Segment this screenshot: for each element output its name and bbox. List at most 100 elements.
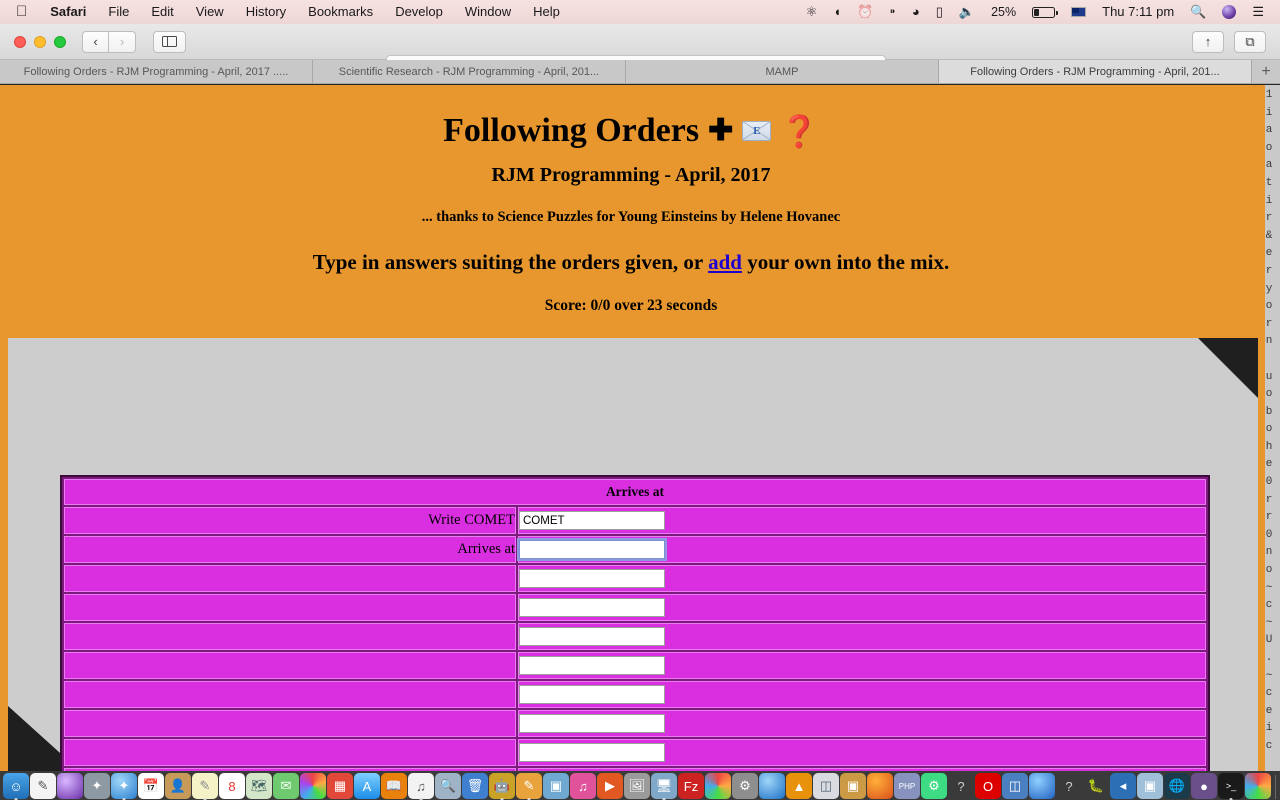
notes-icon[interactable]: ✎ xyxy=(192,773,218,799)
globe-icon[interactable]: 🌐 xyxy=(1164,773,1190,799)
apple-icon[interactable]:  xyxy=(0,0,39,24)
menu-item-safari[interactable]: Safari xyxy=(39,0,97,24)
menu-item-help[interactable]: Help xyxy=(522,0,571,24)
menu-item-bookmarks[interactable]: Bookmarks xyxy=(297,0,384,24)
tab-following-orders-1[interactable]: Following Orders - RJM Programming - Apr… xyxy=(0,60,313,83)
back-button[interactable]: ‹ xyxy=(82,30,109,53)
image-icon[interactable]: ▣ xyxy=(543,773,569,799)
new-tab-button[interactable]: + xyxy=(1252,60,1280,83)
imageeditor-icon[interactable]: 🖼 xyxy=(624,773,650,799)
vlc-red-icon[interactable]: ▶ xyxy=(597,773,623,799)
image2-icon[interactable]: ▣ xyxy=(1137,773,1163,799)
page-title-text: Following Orders xyxy=(443,112,700,149)
calendar-icon[interactable]: 📅 xyxy=(138,773,164,799)
vscode-icon[interactable]: ◂ xyxy=(1110,773,1136,799)
plus-icon[interactable]: ✚ xyxy=(708,116,733,146)
maps-icon[interactable]: 🗺 xyxy=(246,773,272,799)
automator-icon[interactable]: 🤖 xyxy=(489,773,515,799)
opera-icon[interactable]: O xyxy=(975,773,1001,799)
screen-mirror-icon[interactable]: ▯ xyxy=(928,0,951,24)
answer-input[interactable] xyxy=(519,569,665,589)
sketch-icon[interactable]: ✎ xyxy=(516,773,542,799)
battery-icon[interactable] xyxy=(1024,6,1063,18)
minimize-window-button[interactable] xyxy=(34,35,46,48)
textedit-icon[interactable]: ✎ xyxy=(30,773,56,799)
android-studio-icon[interactable]: ⚙ xyxy=(921,773,947,799)
menu-item-develop[interactable]: Develop xyxy=(384,0,454,24)
menu-item-window[interactable]: Window xyxy=(454,0,522,24)
close-window-button[interactable] xyxy=(14,35,26,48)
box-icon[interactable]: ◫ xyxy=(1002,773,1028,799)
safari-icon[interactable]: ✦ xyxy=(111,773,137,799)
chrome-icon[interactable] xyxy=(705,773,731,799)
reminders-icon[interactable]: 8 xyxy=(219,773,245,799)
show-tabs-button[interactable]: ⧉ xyxy=(1234,30,1266,53)
menu-item-edit[interactable]: Edit xyxy=(140,0,184,24)
appstore-icon[interactable]: A xyxy=(354,773,380,799)
answer-input[interactable] xyxy=(519,511,665,531)
forward-button[interactable]: › xyxy=(109,30,136,53)
wifi-icon[interactable]: ◕ xyxy=(904,0,928,24)
email-icon[interactable]: E xyxy=(742,121,772,141)
volume-icon[interactable]: 🔈 xyxy=(951,0,983,24)
question-icon[interactable]: ? xyxy=(948,773,974,799)
answer-input[interactable] xyxy=(519,714,665,734)
flag-icon[interactable] xyxy=(1063,7,1094,17)
airdrop-icon[interactable]: ◖ xyxy=(825,0,849,24)
sidebar-icon[interactable] xyxy=(153,30,186,53)
php-icon[interactable]: PHP xyxy=(894,773,920,799)
menu-item-view[interactable]: View xyxy=(185,0,235,24)
menu-item-history[interactable]: History xyxy=(235,0,297,24)
answer-input[interactable] xyxy=(519,627,665,647)
right-overflow-column[interactable]: 1 i a o a t i r & e r y o r n u o b o h … xyxy=(1258,85,1280,771)
add-link[interactable]: add xyxy=(708,250,742,274)
terminal-icon[interactable]: >_ xyxy=(1218,773,1244,799)
photos-icon[interactable] xyxy=(300,773,326,799)
music-icon[interactable]: ♫ xyxy=(570,773,596,799)
display-icon[interactable]: 🖥 xyxy=(651,773,677,799)
finder-icon[interactable]: ☺ xyxy=(3,773,29,799)
app-icon[interactable]: ▣ xyxy=(840,773,866,799)
contacts-icon[interactable]: 👤 xyxy=(165,773,191,799)
tab-mamp[interactable]: MAMP xyxy=(626,60,939,83)
question2-icon[interactable]: ? xyxy=(1056,773,1082,799)
question-mark-icon[interactable]: ❓ xyxy=(780,116,819,147)
share-button[interactable]: ↑ xyxy=(1192,30,1224,53)
bug-icon[interactable]: 🐛 xyxy=(1083,773,1109,799)
filezilla-icon[interactable]: Fz xyxy=(678,773,704,799)
aqua-icon[interactable] xyxy=(1029,773,1055,799)
table-header-cell: Arrives at xyxy=(64,479,1206,505)
trash-small-icon[interactable]: 🗑 xyxy=(462,773,488,799)
siri-icon[interactable] xyxy=(57,773,83,799)
timemachine-icon[interactable]: ⏰ xyxy=(849,0,881,24)
bluetooth-icon[interactable]: ⁍ xyxy=(881,0,904,24)
itunes-icon[interactable]: ♫ xyxy=(408,773,434,799)
tab-following-orders-active[interactable]: Following Orders - RJM Programming - Apr… xyxy=(939,60,1252,83)
colorsync-icon[interactable]: ▦ xyxy=(327,773,353,799)
compass-icon[interactable]: ✦ xyxy=(84,773,110,799)
tab-scientific-research[interactable]: Scientific Research - RJM Programming - … xyxy=(313,60,626,83)
opera-blue-icon[interactable] xyxy=(759,773,785,799)
answer-input[interactable] xyxy=(519,685,665,705)
answer-input[interactable] xyxy=(519,743,665,763)
answer-input-focused[interactable] xyxy=(519,540,665,560)
answer-input[interactable] xyxy=(519,598,665,618)
messages-icon[interactable]: ✉ xyxy=(273,773,299,799)
notification-center-icon[interactable]: ☰ xyxy=(1244,0,1272,24)
github-icon[interactable]: ● xyxy=(1191,773,1217,799)
colors-icon[interactable] xyxy=(1245,773,1271,799)
maximize-window-button[interactable] xyxy=(54,35,66,48)
siri-icon[interactable] xyxy=(1214,5,1244,19)
menu-item-file[interactable]: File xyxy=(97,0,140,24)
gear-icon[interactable]: ⚙ xyxy=(732,773,758,799)
airplay-mirror-icon[interactable]: ⚛ xyxy=(798,0,826,24)
firefox-icon[interactable] xyxy=(867,773,893,799)
ibooks-icon[interactable]: 📖 xyxy=(381,773,407,799)
package-icon[interactable]: ◫ xyxy=(813,773,839,799)
search-icon[interactable]: 🔍 xyxy=(1182,0,1214,24)
preview-icon[interactable]: 🔍 xyxy=(435,773,461,799)
table-row xyxy=(64,739,1206,766)
answer-input[interactable] xyxy=(519,656,665,676)
menu-bar-clock[interactable]: Thu 7:11 pm xyxy=(1094,0,1182,24)
vlc-icon[interactable]: ▲ xyxy=(786,773,812,799)
